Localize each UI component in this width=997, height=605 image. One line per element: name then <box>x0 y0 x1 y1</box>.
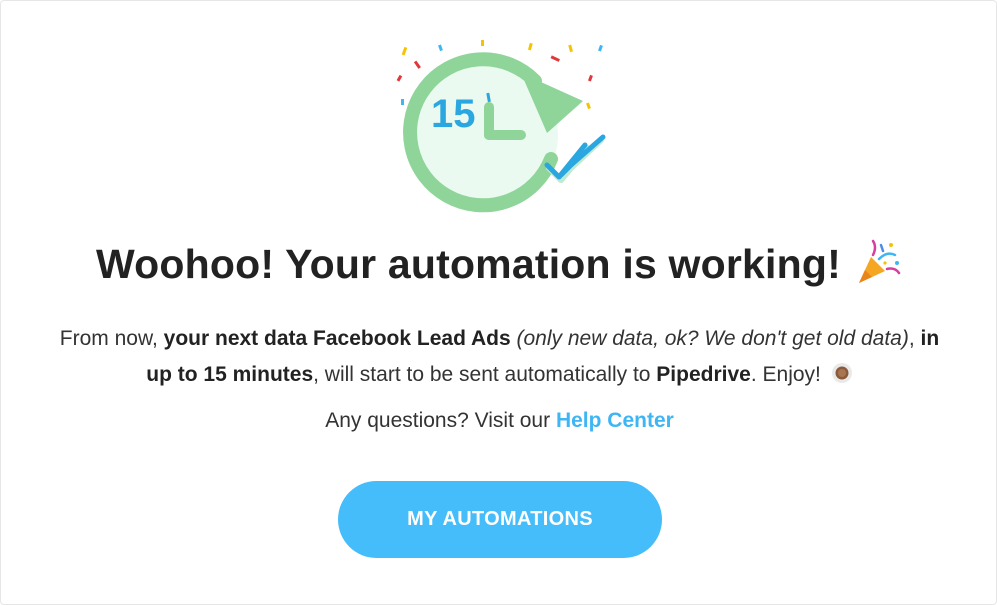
help-line: Any questions? Visit our Help Center <box>1 409 997 433</box>
description-part: From now, <box>59 327 164 350</box>
description-italic-note: (only new data, ok? We don't get old dat… <box>516 327 909 350</box>
success-modal: 15 Woohoo! Your automation is working! F… <box>0 0 997 605</box>
party-popper-icon <box>858 239 901 284</box>
clock-number: 15 <box>431 92 476 136</box>
description-bold-source: your next data Facebook Lead Ads <box>163 327 511 350</box>
description-bold-destination: Pipedrive <box>656 363 751 386</box>
my-automations-button[interactable]: MY AUTOMATIONS <box>338 481 662 558</box>
help-center-link[interactable]: Help Center <box>556 409 674 432</box>
clock-refresh-check-icon: 15 <box>396 40 606 213</box>
description-part: , <box>908 327 921 350</box>
description-text: From now, your next data Facebook Lead A… <box>51 321 948 393</box>
description-part: . Enjoy! <box>750 363 827 386</box>
help-prefix: Any questions? Visit our <box>325 409 556 432</box>
description-part: , will start to be sent automatically to <box>313 363 657 386</box>
coffee-cup-icon <box>831 363 852 384</box>
title-text: Woohoo! Your automation is working! <box>96 241 841 287</box>
page-title: Woohoo! Your automation is working! <box>1 239 997 291</box>
